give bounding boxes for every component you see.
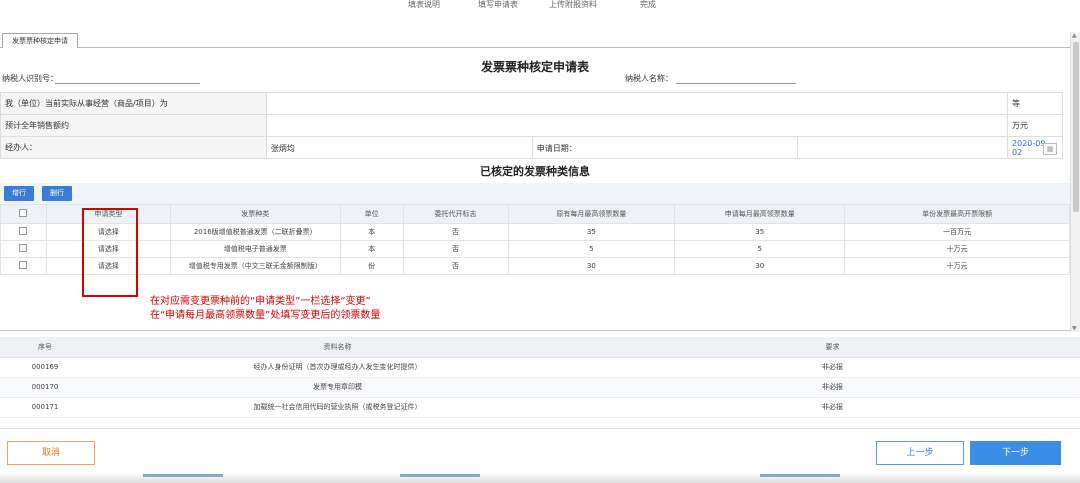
bottom-edge-segment (400, 474, 480, 477)
annotation-line-1: 在对应需变更票种前的“申请类型”一栏选择“变更” (150, 296, 371, 307)
scroll-down-icon[interactable]: ▼ (1072, 325, 1077, 332)
unit-cell: 本 (339, 223, 404, 241)
col-agent-flag: 委托代开标志 (402, 204, 509, 224)
material-name-cell: 发票专用章印模 (90, 377, 585, 398)
add-row-button[interactable]: 增行 (4, 186, 34, 201)
cell-divider (796, 137, 798, 159)
orig-qty-cell: 30 (507, 257, 676, 275)
calendar-icon[interactable]: ▦ (1043, 143, 1057, 155)
seq-cell: 000169 (0, 357, 90, 378)
invoice-kind-cell: 增值税电子普通发票 (169, 240, 341, 258)
seq-cell: 000170 (0, 377, 90, 398)
taxpayer-id-label: 纳税人识别号： (2, 74, 58, 83)
max-limit-cell: 十万元 (844, 240, 1070, 258)
taxpayer-id-field[interactable] (55, 72, 200, 84)
grid-toolbar (0, 183, 1070, 204)
apply-qty-input[interactable]: 35 (674, 223, 846, 241)
bottom-edge-segment (760, 474, 840, 477)
agent-label: 经办人： (0, 136, 267, 159)
orig-qty-cell: 5 (507, 240, 676, 258)
bottom-edge (0, 474, 1080, 483)
col-orig-qty: 原有每月最高领票数量 (507, 204, 676, 224)
bottom-edge-segment (143, 474, 223, 477)
seq-cell: 000171 (0, 397, 90, 418)
max-limit-cell: 十万元 (844, 257, 1070, 275)
agent-flag-cell: 否 (402, 257, 509, 275)
table-row: 000170 发票专用章印模 非必报 (0, 377, 1080, 398)
table-row: 请选择 增值税电子普通发票 本 否 5 5 十万元 (0, 240, 1070, 258)
apply-qty-input[interactable]: 30 (674, 257, 846, 275)
col-max-limit: 单份发票最高开票限额 (844, 204, 1070, 224)
table-row: 请选择 2016版增值税普通发票（二联折叠票） 本 否 35 35 一百万元 (0, 223, 1070, 241)
agent-date-cell: 张炳均 申请日期： (265, 136, 1009, 159)
tab-invoice-type-application[interactable]: 发票票种核定申请 (2, 33, 78, 48)
row-checkbox[interactable] (19, 227, 28, 235)
vertical-scrollbar[interactable]: ▲ ▼ (1070, 32, 1080, 332)
scroll-up-icon[interactable]: ▲ (1072, 32, 1077, 39)
cancel-button[interactable]: 取消 (7, 441, 95, 465)
invoice-kind-cell: 增值税专用发票（中文三联无金额限制版） (169, 257, 341, 275)
material-name-cell: 经办人身份证明（首次办理或经办人发生变化时提供） (90, 357, 585, 378)
tab-bar: 发票票种核定申请 (0, 32, 1070, 48)
cell-divider (531, 137, 533, 159)
annual-sales-input[interactable] (265, 114, 1009, 137)
row-checkbox-cell (0, 223, 47, 241)
col-unit: 单位 (339, 204, 404, 224)
application-info-table: 我（单位）当前实际从事经营（商品/项目）为 等 预计全年销售额约 万元 经办人：… (0, 92, 1063, 159)
table-row: 000171 加载统一社会信用代码的营业执照（或税务登记证件） 非必报 (0, 397, 1080, 418)
unit-cell: 份 (339, 257, 404, 275)
annual-sales-unit: 万元 (1007, 114, 1063, 137)
orig-qty-cell: 35 (507, 223, 676, 241)
table-row: 000169 经办人身份证明（首次办理或经办人发生变化时提供） 非必报 (0, 357, 1080, 378)
step-fill-form[interactable]: 填写申请表 (478, 0, 518, 10)
business-scope-label: 我（单位）当前实际从事经营（商品/项目）为 (0, 92, 267, 115)
annotation-line-2: 在“申请每月最高领票数量”处填写变更后的领票数量 (150, 310, 381, 321)
requirement-cell: 非必报 (585, 357, 1080, 378)
row-checkbox-cell (0, 240, 47, 258)
materials-table: 序号 资料名称 要求 000169 经办人身份证明（首次办理或经办人发生变化时提… (0, 337, 1080, 418)
annual-sales-label: 预计全年销售额约 (0, 114, 267, 137)
max-limit-cell: 一百万元 (844, 223, 1070, 241)
previous-step-button[interactable]: 上一步 (876, 441, 964, 465)
select-all-header (0, 204, 47, 224)
delete-row-button[interactable]: 删行 (42, 186, 72, 201)
col-material-name: 资料名称 (90, 337, 585, 358)
row-checkbox-cell (0, 257, 47, 275)
agent-flag-cell: 否 (402, 223, 509, 241)
requirement-cell: 非必报 (585, 377, 1080, 398)
wizard-steps: 填表说明 填写申请表 上传附报资料 完成 (0, 0, 1070, 16)
business-scope-suffix: 等 (1007, 92, 1063, 115)
col-invoice-kind: 发票种类 (169, 204, 341, 224)
agent-value[interactable]: 张炳均 (271, 143, 295, 154)
col-seq: 序号 (0, 337, 90, 358)
taxpayer-name-label: 纳税人名称： (625, 74, 673, 83)
divider (0, 330, 1070, 331)
step-upload[interactable]: 上传附报资料 (549, 0, 597, 10)
agent-flag-cell: 否 (402, 240, 509, 258)
table-row: 请选择 增值税专用发票（中文三联无金额限制版） 份 否 30 30 十万元 (0, 257, 1070, 275)
taxpayer-name-field[interactable] (676, 72, 796, 84)
row-checkbox[interactable] (19, 244, 28, 252)
material-name-cell: 加载统一社会信用代码的营业执照（或税务登记证件） (90, 397, 585, 418)
col-requirement: 要求 (585, 337, 1080, 358)
requirement-cell: 非必报 (585, 397, 1080, 418)
invoice-kind-cell: 2016版增值税普通发票（二联折叠票） (169, 223, 341, 241)
footer-divider (0, 428, 1080, 429)
select-all-checkbox[interactable] (19, 209, 28, 217)
scrollbar-thumb[interactable] (1073, 42, 1079, 212)
step-complete[interactable]: 完成 (640, 0, 656, 10)
date-label: 申请日期： (536, 144, 577, 153)
next-step-button[interactable]: 下一步 (970, 441, 1061, 465)
col-apply-qty: 申请每月最高领票数量 (674, 204, 846, 224)
step-instructions[interactable]: 填表说明 (408, 0, 440, 10)
highlight-box (82, 208, 138, 297)
row-checkbox[interactable] (19, 261, 28, 269)
section-title: 已核定的发票种类信息 (480, 165, 590, 178)
business-scope-input[interactable] (265, 92, 1009, 115)
invoice-type-grid: 申请类型 发票种类 单位 委托代开标志 原有每月最高领票数量 申请每月最高领票数… (0, 204, 1070, 275)
apply-qty-input[interactable]: 5 (674, 240, 846, 258)
unit-cell: 本 (339, 240, 404, 258)
